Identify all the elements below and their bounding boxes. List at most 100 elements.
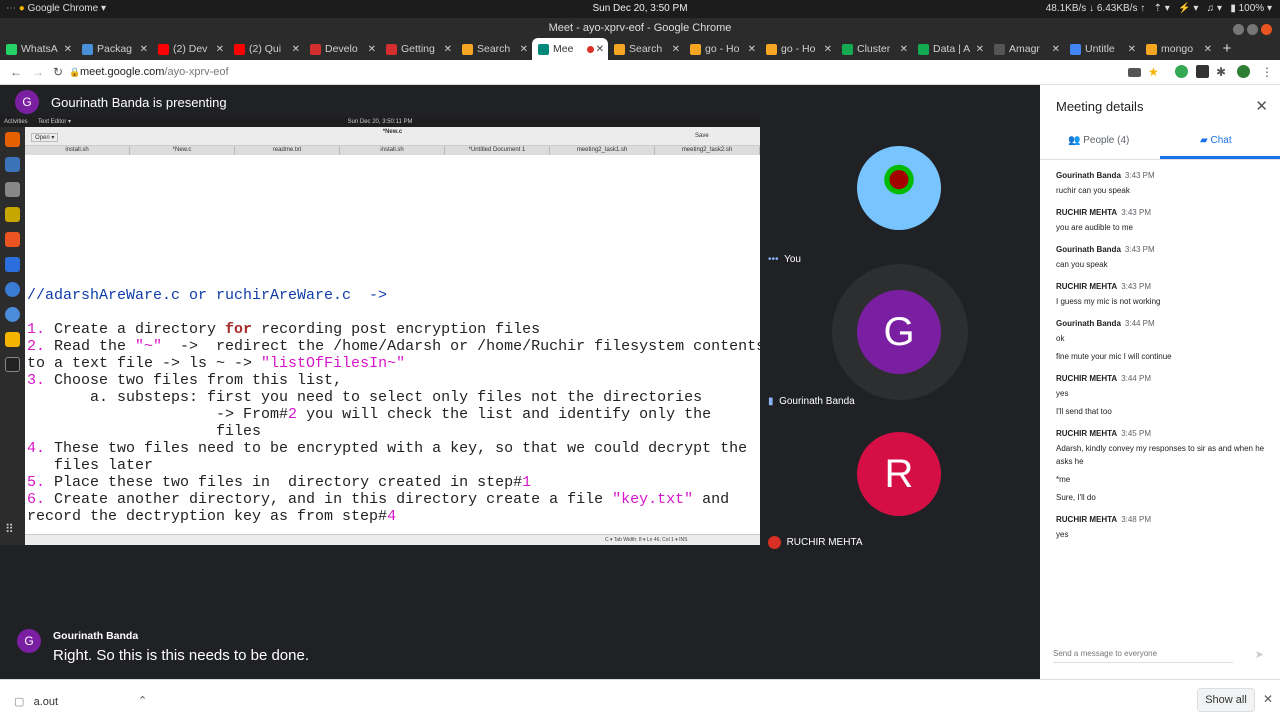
avatar <box>857 146 941 230</box>
browser-tab[interactable]: Mee ✕ <box>532 38 608 60</box>
close-tab-icon[interactable]: ✕ <box>1052 44 1060 55</box>
message-sender: Gourinath Banda <box>1056 319 1121 328</box>
browser-tab[interactable]: (2) Qui ✕ <box>228 38 304 60</box>
browser-tab[interactable]: (2) Dev ✕ <box>152 38 228 60</box>
avatar: G <box>17 629 41 653</box>
browser-tab[interactable]: Search ✕ <box>608 38 684 60</box>
browser-tab[interactable]: Data | A ✕ <box>912 38 988 60</box>
divider <box>1040 159 1280 160</box>
tab-label: Develo <box>325 43 358 55</box>
close-tab-icon[interactable]: ✕ <box>900 44 908 55</box>
system-tray[interactable]: 48.1KB/s ↓ 6.43KB/s ↑ ⇡ ▾ ⚡ ▾ ♫ ▾ ▮ 100%… <box>1046 3 1272 14</box>
message-time: 3:43 PM <box>1121 208 1151 217</box>
close-tab-icon[interactable]: ✕ <box>216 44 224 55</box>
tab-chat[interactable]: ▰ Chat <box>1200 135 1232 146</box>
message-text: you are audible to me <box>1056 223 1133 232</box>
download-item[interactable]: ▢ a.out <box>14 695 58 708</box>
window-title: Meet - ayo-xprv-eof - Google Chrome <box>548 22 732 34</box>
menu-icon[interactable]: ⋮ <box>1261 65 1273 79</box>
browser-tab[interactable]: WhatsA ✕ <box>0 38 76 60</box>
avatar: G <box>15 90 39 114</box>
close-tab-icon[interactable]: ✕ <box>140 44 148 55</box>
terminal-icon <box>5 357 20 372</box>
close-tab-icon[interactable]: ✕ <box>672 44 680 55</box>
close-tab-icon[interactable]: ✕ <box>368 44 376 55</box>
favicon-icon <box>538 43 549 55</box>
back-icon[interactable]: ← <box>10 65 22 79</box>
bookmark-star-icon[interactable]: ★ <box>1148 65 1159 79</box>
favicon-icon <box>842 43 853 55</box>
message-sender: RUCHIR MEHTA <box>1056 374 1118 383</box>
close-window-icon[interactable] <box>1261 24 1272 35</box>
chat-message: RUCHIR MEHTA 3:43 PM you are audible to me <box>1056 208 1268 234</box>
participant-tile[interactable]: ••• You <box>760 117 1040 265</box>
chat-message: Gourinath Banda 3:43 PM ruchir can you spe… <box>1056 171 1268 197</box>
show-all-button[interactable]: Show all <box>1197 688 1255 712</box>
message-header: RUCHIR MEHTA 3:48 PM <box>1056 515 1268 524</box>
message-text: fine mute your mic I will continue <box>1056 352 1172 361</box>
close-tab-icon[interactable]: ✕ <box>1204 44 1212 55</box>
doc-title: *New.c <box>382 129 403 135</box>
participant-tiles: ••• You G ▮ Gourinath Banda R RUCHIR MEH… <box>760 117 1040 549</box>
send-icon[interactable]: ➤ <box>1255 648 1264 661</box>
message-text: Sure, I'll do <box>1056 493 1096 502</box>
chrome-icon <box>5 307 20 322</box>
browser-tab[interactable]: Packag ✕ <box>76 38 152 60</box>
reload-icon[interactable]: ↻ <box>53 65 63 79</box>
chevron-up-icon[interactable]: ⌃ <box>138 694 147 707</box>
message-header: Gourinath Banda 3:44 PM <box>1056 319 1268 328</box>
code-text: //adarshAreWare.c or ruchirAreWare.c -> … <box>27 287 760 525</box>
downloads-bar: ▢ a.out ⌃ Show all ✕ <box>0 679 1280 720</box>
close-icon[interactable]: ✕ <box>1255 97 1268 115</box>
profile-avatar[interactable] <box>1237 65 1250 78</box>
tab-label: Search <box>477 43 511 55</box>
extension-icon[interactable] <box>1175 65 1188 78</box>
camera-icon[interactable] <box>1128 68 1141 77</box>
lock-icon[interactable]: 🔒 <box>69 67 80 78</box>
presenting-bar: G Gourinath Banda is presenting <box>0 85 1040 117</box>
message-sender: RUCHIR MEHTA <box>1056 208 1118 217</box>
close-tab-icon[interactable]: ✕ <box>976 44 984 55</box>
message-time: 3:43 PM <box>1121 282 1151 291</box>
close-tab-icon[interactable]: ✕ <box>1128 44 1136 55</box>
recording-icon <box>586 45 594 53</box>
close-tab-icon[interactable]: ✕ <box>824 44 832 55</box>
editor-tab: *New.c <box>130 146 235 155</box>
tab-people[interactable]: 👥 People (4) <box>1068 135 1129 146</box>
close-tab-icon[interactable]: ✕ <box>292 44 300 55</box>
minimize-icon[interactable] <box>1233 24 1244 35</box>
participant-tile[interactable]: R RUCHIR MEHTA <box>760 401 1040 549</box>
message-time: 3:44 PM <box>1124 319 1155 328</box>
help-icon <box>5 282 20 297</box>
browser-tab[interactable]: Develo ✕ <box>304 38 380 60</box>
close-tab-icon[interactable]: ✕ <box>64 44 72 55</box>
message-input[interactable]: Send a message to everyone <box>1053 649 1233 663</box>
browser-tab[interactable]: mongo ✕ <box>1140 38 1216 60</box>
battery-icon: ▮ <box>1230 3 1236 14</box>
shared-screen[interactable]: Activities Text Editor ▾ Sun Dec 20, 3:5… <box>0 117 760 545</box>
url-field[interactable]: meet.google.com/ayo-xprv-eof <box>80 66 229 78</box>
extension-icon[interactable] <box>1196 65 1209 78</box>
close-icon[interactable]: ✕ <box>1263 692 1273 706</box>
close-tab-icon[interactable]: ✕ <box>748 44 756 55</box>
browser-tab[interactable]: go - Ho ✕ <box>684 38 760 60</box>
new-tab-button[interactable]: + <box>1216 38 1238 60</box>
meet-stage: G Gourinath Banda is presenting Activiti… <box>0 85 1040 679</box>
browser-tab[interactable]: go - Ho ✕ <box>760 38 836 60</box>
close-tab-icon[interactable]: ✕ <box>444 44 452 55</box>
browser-tab[interactable]: Cluster ✕ <box>836 38 912 60</box>
browser-tab[interactable]: Getting ✕ <box>380 38 456 60</box>
message-header: Gourinath Banda 3:43 PM <box>1056 245 1268 254</box>
puzzle-icon[interactable]: ✱ <box>1216 65 1226 79</box>
close-tab-icon[interactable]: ✕ <box>596 44 604 55</box>
close-tab-icon[interactable]: ✕ <box>520 44 528 55</box>
maximize-icon[interactable] <box>1247 24 1258 35</box>
chat-messages: Gourinath Banda 3:43 PM ruchir can you spe… <box>1056 171 1268 552</box>
participant-tile[interactable]: G ▮ Gourinath Banda <box>760 259 1040 407</box>
forward-icon[interactable]: → <box>32 65 44 79</box>
favicon-icon <box>994 43 1005 55</box>
editor-icon <box>5 332 20 347</box>
browser-tab[interactable]: Amagr ✕ <box>988 38 1064 60</box>
browser-tab[interactable]: Untitle ✕ <box>1064 38 1140 60</box>
browser-tab[interactable]: Search ✕ <box>456 38 532 60</box>
